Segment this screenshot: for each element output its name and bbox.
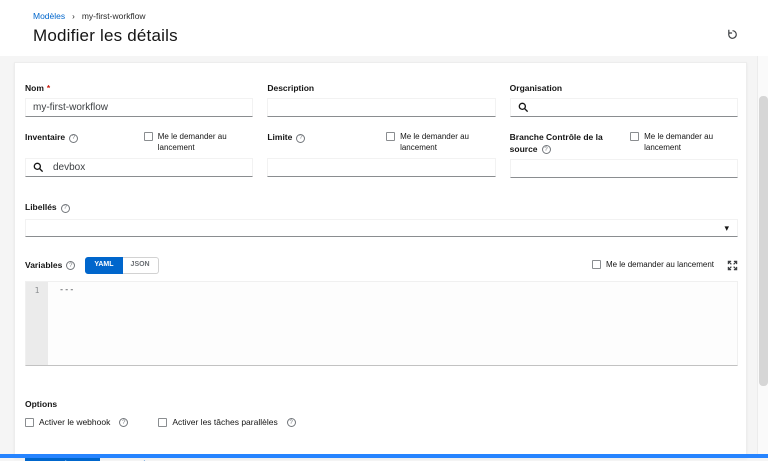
organization-input[interactable] [537, 102, 730, 114]
form-row-2: Inventaire? Me le demander au lancement [25, 132, 738, 179]
scm-branch-prompt-checkbox[interactable]: Me le demander au lancement [630, 132, 738, 154]
scm-branch-field: Branche Contrôle de la source? Me le dem… [509, 132, 738, 179]
breadcrumb-templates-link[interactable]: Modèles [33, 11, 65, 21]
breadcrumb-current[interactable]: my-first-workflow [82, 11, 146, 21]
scrollbar-track [757, 56, 768, 454]
search-icon[interactable] [518, 102, 529, 113]
checkbox-icon[interactable] [591, 260, 601, 270]
labels-label: Libellés? [25, 202, 70, 213]
search-icon[interactable] [33, 162, 44, 173]
bottom-accent-bar [0, 454, 768, 458]
description-input[interactable] [275, 102, 488, 114]
variables-prompt-checkbox[interactable]: Me le demander au lancement [591, 260, 714, 271]
editor-line-number: 1 [34, 285, 40, 295]
options-heading: Options [25, 398, 58, 409]
scm-branch-label: Branche Contrôle de la source? [509, 132, 603, 155]
name-field: Nom * [25, 83, 254, 118]
variables-label: Variables? [25, 260, 76, 271]
limit-prompt-checkbox[interactable]: Me le demander au lancement [386, 132, 496, 154]
description-label: Description [267, 83, 315, 93]
inventory-label: Inventaire? [25, 132, 79, 143]
variables-header: Variables? YAML JSON Me le demander au l… [25, 257, 738, 274]
labels-select[interactable]: ▾ [25, 219, 738, 238]
description-field: Description [267, 83, 496, 118]
form-row-1: Nom* Description Organisat [25, 83, 738, 118]
inventory-input-box [25, 158, 254, 178]
variables-code-editor: 1 --- [25, 280, 738, 366]
help-icon[interactable]: ? [296, 133, 306, 143]
checkbox-icon[interactable] [143, 132, 153, 142]
json-toggle-button[interactable]: JSON [122, 257, 159, 274]
editor-content[interactable]: --- [48, 282, 737, 365]
name-input[interactable] [33, 102, 246, 114]
limit-label: Limite? [267, 132, 306, 143]
edit-details-screen: Modèles › my-first-workflow Modifier les… [0, 0, 768, 461]
checkbox-icon[interactable] [630, 132, 640, 142]
history-icon[interactable] [724, 26, 740, 42]
limit-input[interactable] [275, 162, 488, 174]
scm-branch-input-box [509, 159, 738, 179]
labels-field: Libellés? ▾ [25, 197, 738, 238]
enable-webhook-checkbox[interactable]: Activer le webhook ? [25, 417, 129, 428]
form-card: Nom* Description Organisat [14, 62, 747, 461]
help-icon[interactable]: ? [286, 418, 296, 428]
organization-field: Organisation [509, 83, 738, 118]
yaml-toggle-button[interactable]: YAML [85, 257, 123, 274]
limit-input-box [267, 158, 496, 178]
breadcrumb: Modèles › my-first-workflow [33, 11, 768, 21]
help-icon[interactable]: ? [541, 145, 551, 155]
description-input-box [267, 98, 496, 118]
organization-label: Organisation [509, 83, 563, 93]
variables-format-toggle: YAML JSON [85, 257, 159, 274]
page-header: Modèles › my-first-workflow Modifier les… [0, 0, 768, 56]
help-icon[interactable]: ? [66, 261, 76, 271]
required-marker: * [46, 83, 51, 93]
checkbox-icon[interactable] [25, 418, 34, 428]
page-title: Modifier les détails [33, 26, 178, 45]
name-label: Nom * [25, 83, 51, 93]
editor-gutter: 1 [26, 281, 48, 365]
enable-concurrent-checkbox[interactable]: Activer les tâches parallèles ? [158, 417, 296, 428]
breadcrumb-separator-icon: › [72, 11, 75, 21]
options-row: Activer le webhook ? Activer les tâches … [25, 417, 738, 428]
organization-input-box [509, 98, 738, 118]
chevron-down-icon: ▾ [724, 222, 729, 233]
content-area: Nom* Description Organisat [0, 56, 768, 461]
checkbox-icon[interactable] [386, 132, 396, 142]
inventory-prompt-checkbox[interactable]: Me le demander au lancement [143, 132, 254, 154]
help-icon[interactable]: ? [69, 133, 79, 143]
help-icon[interactable]: ? [60, 203, 70, 213]
expand-icon[interactable] [727, 260, 738, 271]
scm-branch-input[interactable] [517, 163, 730, 175]
help-icon[interactable]: ? [119, 418, 129, 428]
inventory-input[interactable] [53, 162, 246, 174]
limit-field: Limite? Me le demander au lancement [267, 132, 496, 178]
inventory-field: Inventaire? Me le demander au lancement [25, 132, 254, 178]
scrollbar-thumb[interactable] [759, 96, 768, 386]
checkbox-icon[interactable] [158, 418, 168, 428]
name-input-box [25, 98, 254, 118]
